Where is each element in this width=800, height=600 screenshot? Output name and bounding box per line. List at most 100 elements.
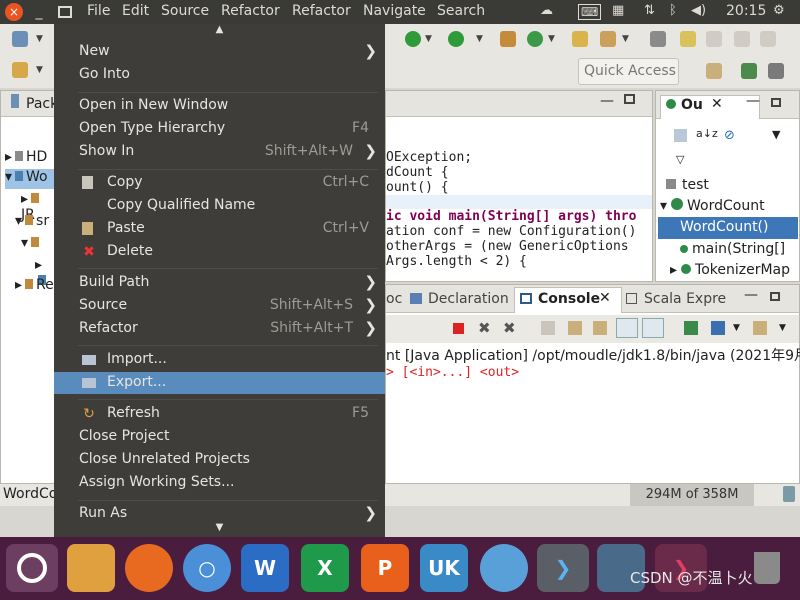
- display-console-dropdown-icon[interactable]: ▼: [733, 323, 740, 333]
- menu-item-build-path[interactable]: Build Path ❯: [54, 272, 385, 294]
- collapse-all-icon[interactable]: [674, 129, 687, 142]
- scroll-down-icon[interactable]: ▼: [54, 522, 385, 536]
- menu-source[interactable]: Source: [161, 3, 209, 19]
- terminate-icon[interactable]: [453, 323, 464, 334]
- outline-tab-label[interactable]: Ou: [681, 97, 703, 113]
- tab-javadoc[interactable]: oc: [386, 291, 402, 307]
- tab-declaration[interactable]: Declaration: [428, 291, 509, 307]
- volume-icon[interactable]: ◀): [691, 3, 706, 18]
- outline-item-import[interactable]: test: [666, 177, 709, 193]
- outline-item-constructor-selected[interactable]: WordCount(): [658, 217, 798, 239]
- input-method-icon[interactable]: ⌨: [578, 4, 602, 20]
- maximize-console-icon[interactable]: [770, 292, 780, 301]
- menu-item-export[interactable]: Export...: [54, 372, 385, 394]
- tab-console[interactable]: Console: [538, 291, 600, 307]
- show-on-stdout-icon[interactable]: [616, 318, 638, 338]
- menu-item-delete[interactable]: ✖ Delete: [54, 241, 385, 263]
- outline-item-class[interactable]: ▾ WordCount: [660, 198, 765, 214]
- menu-item-assign-working-sets[interactable]: Assign Working Sets...: [54, 472, 385, 494]
- clear-console-icon[interactable]: [541, 321, 555, 335]
- menu-item-close-unrelated-projects[interactable]: Close Unrelated Projects: [54, 449, 385, 471]
- outline-menu-icon[interactable]: ▼: [772, 128, 780, 141]
- word-wrap-icon[interactable]: [593, 321, 607, 335]
- network-icon[interactable]: ⇅: [644, 3, 655, 18]
- sort-icon[interactable]: a↓z: [696, 127, 718, 140]
- menu-item-new[interactable]: New ❯: [54, 41, 385, 63]
- browser-icon[interactable]: ○: [183, 544, 231, 592]
- minimize-editor-icon[interactable]: —: [600, 93, 614, 109]
- remove-launch-icon[interactable]: ✖: [478, 319, 491, 337]
- search-tool-dropdown-icon[interactable]: ▼: [622, 34, 629, 44]
- show-on-stderr-icon[interactable]: [642, 318, 664, 338]
- new-class-icon[interactable]: [527, 31, 543, 47]
- scroll-lock-icon[interactable]: [568, 321, 582, 335]
- remove-all-icon[interactable]: ✖: [503, 319, 516, 337]
- console-output[interactable]: nt [Java Application] /opt/moudle/jdk1.8…: [386, 343, 800, 483]
- menu-refactor-2[interactable]: Refactor: [292, 3, 351, 19]
- heap-status[interactable]: 294M of 358M: [630, 484, 754, 506]
- code-area[interactable]: OException; dCount { ount() { ic void ma…: [386, 119, 652, 281]
- menu-item-open-new-window[interactable]: Open in New Window: [54, 95, 385, 117]
- menu-item-source[interactable]: Source Shift+Alt+S ❯: [54, 295, 385, 317]
- open-type-icon[interactable]: [572, 31, 588, 47]
- ubuntu-logo-icon[interactable]: [6, 544, 58, 592]
- quick-access-input[interactable]: Quick Access: [578, 58, 679, 85]
- chat-app-icon[interactable]: [480, 544, 528, 592]
- toggle-mark-icon[interactable]: [650, 31, 666, 47]
- menu-item-copy[interactable]: Copy Ctrl+C: [54, 172, 385, 194]
- menu-item-import[interactable]: Import...: [54, 349, 385, 371]
- close-console-icon[interactable]: ✕: [599, 290, 611, 306]
- firefox-icon[interactable]: [125, 544, 173, 592]
- tab-scala-expression[interactable]: Scala Expre: [644, 291, 726, 307]
- new-icon[interactable]: [12, 31, 28, 47]
- tree-item[interactable]: ▾ sr: [15, 213, 49, 229]
- menu-item-show-in[interactable]: Show In Shift+Alt+W ❯: [54, 141, 385, 163]
- menu-navigate[interactable]: Navigate: [363, 3, 426, 19]
- maximize-icon[interactable]: [56, 3, 74, 21]
- weather-icon[interactable]: ☁: [540, 3, 553, 18]
- spreadsheet-icon[interactable]: X: [301, 544, 349, 592]
- open-perspective-icon[interactable]: [706, 63, 722, 79]
- tree-item[interactable]: ▾: [21, 235, 42, 251]
- menu-item-paste[interactable]: Paste Ctrl+V: [54, 218, 385, 240]
- bluetooth-icon[interactable]: ᛒ: [669, 3, 677, 18]
- hide-fields-icon[interactable]: ⊘: [724, 128, 735, 143]
- minimize-outline-icon[interactable]: —: [746, 93, 760, 109]
- outline-filter-icon[interactable]: ▽: [676, 153, 684, 166]
- new-class-dropdown-icon[interactable]: ▼: [548, 34, 555, 44]
- debug-perspective-icon[interactable]: [768, 63, 784, 79]
- new-package-icon[interactable]: [500, 31, 516, 47]
- run-external-dropdown-icon[interactable]: ▼: [476, 34, 483, 44]
- software-center-icon[interactable]: UK: [420, 544, 468, 592]
- open-console-icon[interactable]: [753, 321, 767, 335]
- outline-item-inner-class[interactable]: ▸ TokenizerMap: [670, 262, 790, 278]
- outline-item-method[interactable]: main(String[]: [680, 241, 785, 257]
- display-console-icon[interactable]: [711, 321, 725, 335]
- tree-item[interactable]: ▸ HD: [5, 149, 47, 165]
- presentation-icon[interactable]: P: [361, 544, 409, 592]
- scroll-up-icon[interactable]: ▲: [54, 24, 385, 36]
- tree-item[interactable]: ▸ Re: [15, 277, 54, 293]
- vscode-icon[interactable]: ❯: [537, 544, 589, 592]
- pin-dropdown-icon[interactable]: ▼: [36, 65, 43, 75]
- menu-item-go-into[interactable]: Go Into: [54, 64, 385, 86]
- run-dropdown-icon[interactable]: ▼: [425, 34, 432, 44]
- menu-item-close-project[interactable]: Close Project: [54, 426, 385, 448]
- open-console-dropdown-icon[interactable]: ▼: [779, 323, 786, 333]
- paragraph-icon[interactable]: [760, 31, 776, 47]
- java-perspective-icon[interactable]: [741, 63, 757, 79]
- writer-icon[interactable]: W: [241, 544, 289, 592]
- menu-item-open-type-hierarchy[interactable]: Open Type Hierarchy F4: [54, 118, 385, 140]
- clock[interactable]: 20:15: [726, 3, 766, 19]
- menu-search[interactable]: Search: [437, 3, 485, 19]
- close-icon[interactable]: ×: [5, 3, 23, 21]
- pin-console-icon[interactable]: [684, 321, 698, 335]
- menu-item-refresh[interactable]: ↻ Refresh F5: [54, 403, 385, 425]
- garbage-collect-icon[interactable]: [783, 486, 795, 502]
- menu-file[interactable]: File: [87, 3, 110, 19]
- files-icon[interactable]: [67, 544, 115, 592]
- run-icon[interactable]: [405, 31, 421, 47]
- search-tool-icon[interactable]: [600, 31, 616, 47]
- settings-gear-icon[interactable]: ⚙: [773, 3, 785, 18]
- maximize-outline-icon[interactable]: [771, 98, 781, 107]
